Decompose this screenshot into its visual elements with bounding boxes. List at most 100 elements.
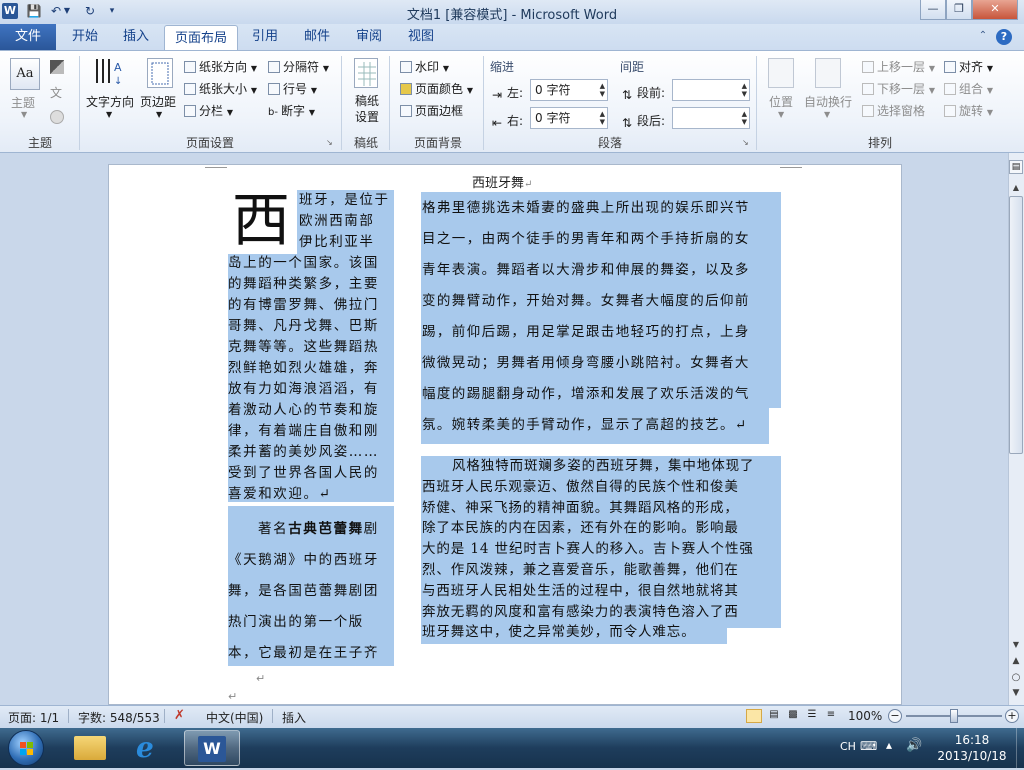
send-backward-button[interactable]: 下移一层 ▼ bbox=[862, 80, 935, 97]
word-count-status[interactable]: 字数: 548/553 bbox=[78, 709, 160, 726]
size-button[interactable]: 纸张大小 ▼ bbox=[184, 80, 257, 97]
indent-left-spinner[interactable]: 0 字符 ▲ ▼ bbox=[530, 79, 608, 101]
text-direction-dropdown-icon[interactable]: ▼ bbox=[106, 110, 112, 119]
start-button[interactable] bbox=[8, 730, 44, 766]
wrap-text-icon[interactable] bbox=[815, 58, 841, 88]
left-column-text[interactable]: 班牙，是位于 欧洲西南部 伊比利亚半 岛上的一个国家。该国 的舞蹈种类繁多，主要… bbox=[228, 190, 396, 505]
zoom-in-icon[interactable]: + bbox=[1005, 709, 1019, 723]
file-explorer-taskbar-button[interactable] bbox=[64, 730, 116, 766]
word-taskbar-button[interactable]: W bbox=[184, 730, 240, 766]
ime-indicator[interactable]: CH bbox=[840, 740, 856, 753]
spinner-arrows-icon[interactable]: ▲ ▼ bbox=[742, 110, 747, 126]
outline-view-icon[interactable]: ☰ bbox=[805, 709, 819, 723]
web-layout-icon[interactable]: ▩ bbox=[786, 709, 800, 723]
wrap-text-button[interactable]: 自动换行 bbox=[804, 93, 852, 110]
tab-file[interactable]: 文件 bbox=[0, 24, 56, 50]
collapse-ribbon-icon[interactable]: ⌃ bbox=[976, 30, 990, 44]
page-borders-button[interactable]: 页面边框 bbox=[400, 102, 463, 119]
columns-button[interactable]: 分栏 ▼ bbox=[184, 102, 233, 119]
text-line: 柔并蓄的美妙风姿…… bbox=[228, 444, 379, 460]
theme-effects-icon[interactable] bbox=[50, 110, 64, 124]
minimize-button[interactable]: — bbox=[920, 0, 946, 20]
language-status[interactable]: 中文(中国) bbox=[206, 709, 263, 726]
tab-mailings[interactable]: 邮件 bbox=[294, 24, 340, 50]
themes-dropdown-icon[interactable]: ▼ bbox=[21, 110, 27, 119]
show-desktop-button[interactable] bbox=[1016, 728, 1024, 768]
margins-button[interactable]: 页边距 bbox=[140, 93, 176, 110]
insert-mode-status[interactable]: 插入 bbox=[282, 709, 306, 726]
spinner-arrows-icon[interactable]: ▲ ▼ bbox=[600, 82, 605, 98]
rotate-button[interactable]: 旋转 ▼ bbox=[944, 102, 993, 119]
right-column-text-2[interactable]: 风格独特而斑斓多姿的西班牙舞，集中地体现了 西班牙人民乐观豪迈、傲然自得的民族个… bbox=[422, 456, 784, 643]
group-label-themes: 主题 bbox=[27, 136, 52, 150]
tray-expand-icon[interactable]: ▴ bbox=[886, 738, 892, 752]
left-column-text-2[interactable]: 著名古典芭蕾舞剧 《天鹅湖》中的西班牙 舞，是各国芭蕾舞剧团 热门演出的第一个版… bbox=[228, 514, 396, 669]
restore-button[interactable]: ❐ bbox=[946, 0, 972, 20]
previous-page-icon[interactable]: ▲ bbox=[1009, 656, 1023, 668]
wrap-dropdown-icon[interactable]: ▼ bbox=[824, 110, 830, 119]
selection-pane-button[interactable]: 选择窗格 bbox=[862, 102, 925, 119]
text-direction-icon[interactable]: A ↓ bbox=[94, 57, 128, 87]
page-setup-launcher-icon[interactable]: ↘ bbox=[326, 138, 333, 147]
proofing-icon[interactable]: ✗ bbox=[174, 708, 185, 723]
line-numbers-button[interactable]: 行号 ▼ bbox=[268, 80, 317, 97]
zoom-out-icon[interactable]: − bbox=[888, 709, 902, 723]
page-color-button[interactable]: 页面颜色 ▼ bbox=[400, 80, 473, 97]
watermark-dropdown-icon: ▼ bbox=[442, 64, 449, 73]
margins-icon[interactable] bbox=[147, 58, 173, 88]
tab-review[interactable]: 审阅 bbox=[346, 24, 392, 50]
tab-page-layout[interactable]: 页面布局 bbox=[164, 25, 238, 51]
tab-insert[interactable]: 插入 bbox=[112, 24, 160, 50]
zoom-slider-thumb[interactable] bbox=[950, 709, 958, 723]
watermark-button[interactable]: 水印 ▼ bbox=[400, 58, 449, 75]
zoom-level[interactable]: 100% bbox=[848, 709, 882, 723]
spinner-arrows-icon[interactable]: ▲ ▼ bbox=[600, 110, 605, 126]
right-column-text[interactable]: 格弗里德挑选未婚妻的盛典上所出现的娱乐即兴节 目之一，由两个徒手的男青年和两个手… bbox=[422, 193, 784, 441]
breaks-button[interactable]: 分隔符 ▼ bbox=[268, 58, 329, 75]
full-screen-reading-icon[interactable]: ▤ bbox=[767, 709, 781, 723]
tab-references[interactable]: 引用 bbox=[242, 24, 288, 50]
themes-button-label[interactable]: 主题 bbox=[11, 94, 35, 111]
scroll-down-icon[interactable]: ▼ bbox=[1009, 640, 1023, 652]
text-line: 欧洲西南部 bbox=[299, 213, 375, 229]
internet-explorer-taskbar-button[interactable]: e bbox=[124, 730, 176, 766]
scrollbar-thumb[interactable] bbox=[1009, 196, 1023, 454]
hyphenation-button[interactable]: b‐ 断字 ▼ bbox=[268, 102, 315, 119]
close-button[interactable]: ✕ bbox=[972, 0, 1018, 20]
print-layout-view-icon[interactable] bbox=[746, 709, 762, 723]
group-button[interactable]: 组合 ▼ bbox=[944, 80, 993, 97]
indent-right-spinner[interactable]: 0 字符 ▲ ▼ bbox=[530, 107, 608, 129]
tab-home[interactable]: 开始 bbox=[62, 24, 108, 50]
margins-dropdown-icon[interactable]: ▼ bbox=[156, 110, 162, 119]
help-icon[interactable]: ? bbox=[996, 29, 1012, 45]
next-page-icon[interactable]: ▼ bbox=[1009, 688, 1023, 700]
paragraph-launcher-icon[interactable]: ↘ bbox=[742, 138, 749, 147]
bring-forward-button[interactable]: 上移一层 ▼ bbox=[862, 58, 935, 75]
theme-fonts-icon[interactable]: 文 bbox=[50, 84, 62, 101]
align-button[interactable]: 对齐 ▼ bbox=[944, 58, 993, 75]
manuscript-icon[interactable] bbox=[354, 58, 378, 88]
taskbar-clock[interactable]: 16:18 2013/10/18 bbox=[930, 732, 1014, 764]
volume-icon[interactable]: 🔊 bbox=[906, 738, 922, 753]
text-line: 克舞等等。这些舞蹈热 bbox=[228, 339, 379, 355]
themes-icon[interactable]: Aa bbox=[10, 58, 40, 90]
page-count-status[interactable]: 页面: 1/1 bbox=[8, 709, 59, 726]
tab-view[interactable]: 视图 bbox=[398, 24, 444, 50]
text-direction-button[interactable]: 文字方向 bbox=[86, 93, 134, 110]
spinner-arrows-icon[interactable]: ▲ ▼ bbox=[742, 82, 747, 98]
spacing-after-spinner[interactable]: ▲ ▼ bbox=[672, 107, 750, 129]
ruler-toggle-icon[interactable]: ▤ bbox=[1009, 160, 1023, 174]
browse-object-icon[interactable]: ○ bbox=[1009, 672, 1023, 684]
position-button[interactable]: 位置 bbox=[769, 93, 793, 110]
theme-colors-icon[interactable] bbox=[50, 60, 64, 74]
spacing-before-spinner[interactable]: ▲ ▼ bbox=[672, 79, 750, 101]
keyboard-icon[interactable]: ⌨ bbox=[860, 739, 877, 753]
orientation-button[interactable]: 纸张方向 ▼ bbox=[184, 58, 257, 75]
text-line: 的舞蹈种类繁多，主要 bbox=[228, 276, 379, 292]
manuscript-settings-button[interactable]: 稿纸设置 bbox=[353, 93, 381, 125]
position-dropdown-icon[interactable]: ▼ bbox=[778, 110, 784, 119]
draft-view-icon[interactable]: ≡ bbox=[824, 709, 838, 723]
scroll-up-icon[interactable]: ▲ bbox=[1009, 183, 1023, 195]
position-icon[interactable] bbox=[768, 58, 794, 88]
group-separator bbox=[483, 56, 484, 150]
